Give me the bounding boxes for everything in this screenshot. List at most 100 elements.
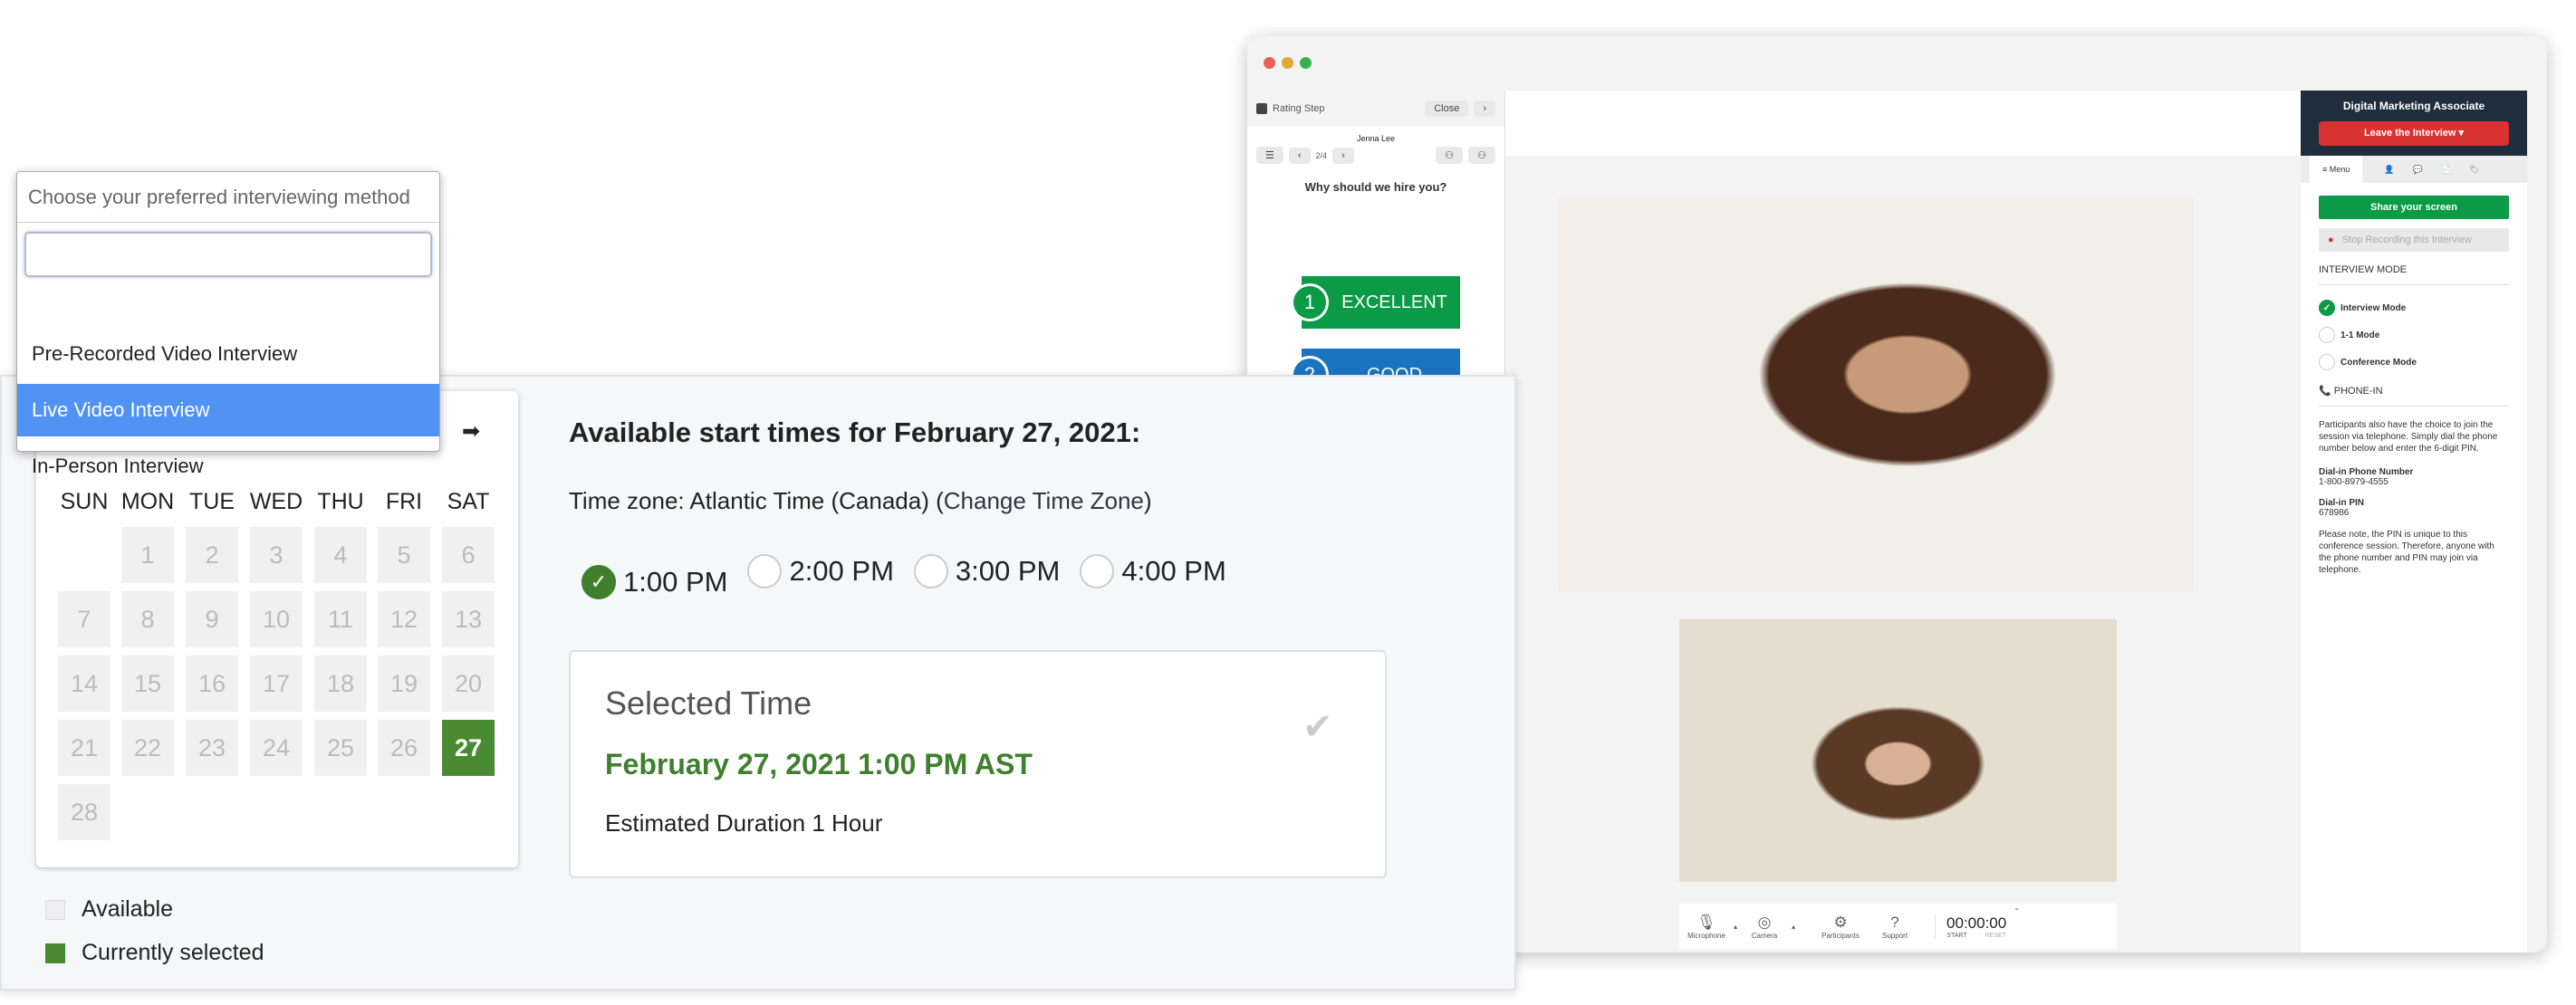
minimize-window-button[interactable]	[1282, 57, 1293, 69]
calendar-day[interactable]: 15	[121, 656, 174, 712]
close-button[interactable]: Close	[1425, 100, 1469, 117]
available-swatch	[45, 899, 65, 920]
camera-button[interactable]: ◎ Camera	[1737, 914, 1792, 940]
calendar-day[interactable]: 26	[378, 720, 430, 776]
share-screen-button[interactable]: Share your screen	[2319, 196, 2509, 219]
time-slot-option[interactable]: 4:00 PM	[1080, 554, 1226, 589]
pin-label: Dial-in PIN	[2319, 498, 2365, 508]
rating-option-excellent[interactable]: 1 EXCELLENT	[1291, 276, 1460, 329]
available-times-heading: Available start times for February 27, 2…	[569, 416, 1141, 448]
interview-mode-option[interactable]: 1-1 Mode	[2319, 321, 2509, 349]
reset-button[interactable]: RESET	[1985, 933, 2006, 939]
calendar-day[interactable]: 3	[250, 527, 303, 583]
timer: 00:00:00	[1946, 914, 2007, 932]
calendar-day[interactable]: 16	[186, 656, 238, 712]
participants-button[interactable]: ⚙ Participants	[1813, 914, 1868, 940]
radio-button[interactable]	[2319, 354, 2335, 370]
weekday-header: SUN	[60, 489, 109, 514]
selected-swatch	[45, 943, 65, 963]
calendar-day[interactable]: 7	[58, 591, 111, 647]
dropdown-option[interactable]: In-Person Interview	[17, 440, 439, 493]
radio-button[interactable]	[1080, 554, 1115, 589]
stop-recording-button[interactable]: ● Stop Recording this Interview	[2319, 228, 2509, 252]
question-icon: ?	[1890, 913, 1899, 931]
next-button[interactable]: ›	[1332, 147, 1354, 164]
calendar-day[interactable]: 22	[121, 720, 174, 776]
calendar-day[interactable]: 11	[314, 591, 367, 647]
radio-button[interactable]	[913, 554, 948, 589]
calendar-day[interactable]: 24	[250, 720, 303, 776]
tab-document-icon[interactable]: 📄	[2441, 165, 2451, 175]
rating-question: Why should we hire you?	[1304, 180, 1447, 194]
calendar-day[interactable]: 4	[314, 527, 367, 583]
calendar-day[interactable]: 20	[442, 656, 495, 712]
timezone-close: )	[1143, 487, 1152, 514]
dropdown-search-input[interactable]	[24, 232, 432, 277]
next-arrow-button[interactable]: ›	[1474, 100, 1495, 117]
time-slot-option[interactable]: 2:00 PM	[747, 554, 894, 589]
candidate-name: Jenna Lee	[1356, 134, 1396, 143]
calendar-day[interactable]: 25	[314, 720, 367, 776]
time-slot-label: 2:00 PM	[789, 555, 894, 587]
interview-mode-option[interactable]: ✓ Interview Mode	[2319, 294, 2509, 321]
calendar-day[interactable]: 19	[378, 656, 430, 712]
calendar-day[interactable]: 14	[58, 656, 111, 712]
prev-button[interactable]: ‹	[1288, 147, 1311, 164]
maximize-window-button[interactable]	[1300, 57, 1312, 69]
interview-mode-option[interactable]: Conference Mode	[2319, 349, 2509, 376]
calendar-day[interactable]: 18	[314, 656, 367, 712]
calendar-day[interactable]: 10	[250, 591, 303, 647]
list-icon[interactable]: ☰	[1256, 147, 1283, 164]
radio-button[interactable]	[747, 554, 783, 589]
thumbs-down-icon[interactable]: ⚇	[1436, 147, 1464, 164]
calendar-day[interactable]: 12	[378, 591, 430, 647]
phone-in-heading: 📞 PHONE-IN	[2319, 385, 2509, 407]
interview-method-dropdown[interactable]: Choose your preferred interviewing metho…	[16, 171, 440, 477]
calendar-day[interactable]: 6	[442, 527, 495, 583]
calendar-day[interactable]: 21	[58, 720, 111, 776]
dropdown-option[interactable]: Live Video Interview	[17, 384, 439, 436]
tab-menu[interactable]: ≡ Menu	[2310, 156, 2363, 183]
timezone-line: Time zone: Atlantic Time (Canada) (Chang…	[569, 487, 1152, 515]
calendar-day[interactable]: 28	[58, 784, 111, 840]
mode-label: Conference Mode	[2341, 357, 2417, 368]
calendar-day[interactable]: 13	[442, 591, 495, 647]
dial-in-label: Dial-in Phone Number	[2319, 467, 2414, 477]
time-slot-label: 1:00 PM	[623, 566, 728, 598]
calendar-day[interactable]: 17	[250, 656, 303, 712]
next-month-arrow-icon[interactable]: ➡	[462, 418, 480, 445]
main-video-feed	[1558, 197, 2194, 591]
interview-mode-heading: INTERVIEW MODE	[2319, 264, 2509, 285]
time-slot-label: 3:00 PM	[955, 555, 1061, 587]
radio-button[interactable]	[2319, 327, 2335, 343]
self-video-feed	[1679, 619, 2117, 882]
change-timezone-link[interactable]: Change Time Zone	[944, 487, 1144, 514]
thumbs-up-icon[interactable]: ⚇	[1468, 147, 1495, 164]
microphone-button[interactable]: 🎙 Microphone	[1679, 914, 1734, 940]
control-label: Support	[1882, 931, 1908, 940]
support-button[interactable]: ? Support	[1868, 914, 1922, 940]
chevron-up-icon[interactable]: ▴	[1792, 923, 1795, 931]
tab-person-icon[interactable]: 👤	[2384, 165, 2394, 175]
tab-chat-icon[interactable]: 💬	[2413, 165, 2423, 175]
calendar-day[interactable]: 9	[186, 591, 238, 647]
tab-tag-icon[interactable]: 🏷	[2469, 165, 2479, 175]
calendar-day[interactable]: 5	[378, 527, 430, 583]
calendar-day[interactable]: 2	[186, 527, 238, 583]
dropdown-option[interactable]: Pre-Recorded Video Interview	[17, 328, 439, 380]
calendar-day[interactable]: 27	[442, 720, 495, 776]
close-window-button[interactable]	[1264, 57, 1275, 69]
calendar-day[interactable]: 23	[186, 720, 238, 776]
time-slot-option[interactable]: 3:00 PM	[913, 554, 1061, 589]
weekday-header: THU	[317, 489, 364, 514]
dropdown-placeholder[interactable]: Choose your preferred interviewing metho…	[17, 172, 439, 223]
time-slot-option[interactable]: ✓ 1:00 PM	[582, 565, 727, 599]
radio-button[interactable]: ✓	[2319, 300, 2335, 316]
chevron-down-icon[interactable]: ⌄	[2014, 904, 2020, 912]
leave-interview-button[interactable]: Leave the Interview ▾	[2319, 121, 2509, 146]
radio-button[interactable]: ✓	[582, 565, 616, 599]
calendar-day[interactable]: 8	[121, 591, 174, 647]
start-button[interactable]: START	[1946, 933, 1966, 939]
calendar-day[interactable]: 1	[121, 527, 174, 583]
weekday-header: MON	[120, 489, 175, 514]
